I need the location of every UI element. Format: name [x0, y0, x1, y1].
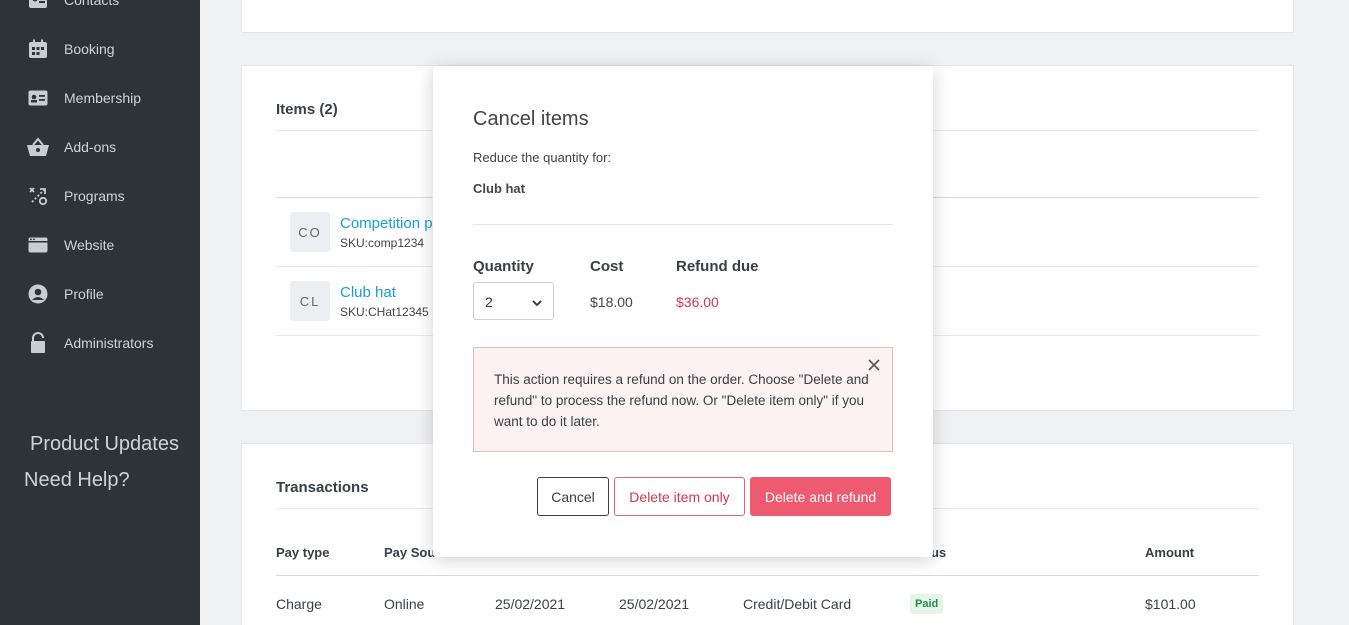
cell-date: 25/02/2021	[619, 596, 690, 612]
refund-due-value: $36.00	[676, 294, 719, 310]
sidebar-item-booking[interactable]: Booking	[0, 29, 200, 69]
cost-value: $18.00	[590, 294, 633, 310]
sidebar-item-add-ons[interactable]: Add-ons	[0, 127, 200, 167]
summary-card	[241, 0, 1294, 33]
item-name-link[interactable]: Club hat	[340, 284, 396, 301]
lock-icon	[28, 332, 48, 353]
sidebar-item-label: Programs	[64, 188, 125, 204]
sidebar-item-contacts[interactable]: Contacts	[0, 0, 200, 20]
sidebar-item-label: Administrators	[64, 335, 154, 351]
status-badge: Paid	[910, 594, 944, 614]
item-name-link[interactable]: Competition p	[340, 215, 433, 232]
cell-method: Credit/Debit Card	[743, 596, 852, 612]
transactions-title: Transactions	[276, 479, 369, 496]
basket-icon	[26, 137, 50, 157]
cell-pay-source: Online	[384, 596, 425, 612]
sidebar-item-programs[interactable]: Programs	[0, 176, 200, 216]
items-card-title: Items (2)	[276, 101, 338, 118]
modal-item-name: Club hat	[473, 181, 525, 196]
close-icon[interactable]	[866, 357, 882, 373]
quantity-value: 2	[485, 294, 493, 310]
sidebar: Contacts Booking Membership Add-ons Prog…	[0, 0, 200, 625]
cell-amount: $101.00	[1145, 596, 1196, 612]
refund-alert: This action requires a refund on the ord…	[473, 347, 893, 452]
cell-date: 25/02/2021	[495, 596, 566, 612]
refund-due-label: Refund due	[676, 258, 759, 275]
browser-icon	[28, 235, 48, 255]
programs-icon	[28, 186, 48, 206]
cost-label: Cost	[590, 258, 624, 275]
column-header-pay-type: Pay type	[276, 545, 330, 560]
user-circle-icon	[28, 284, 48, 304]
id-card-icon	[28, 88, 48, 108]
sidebar-item-administrators[interactable]: Administrators	[0, 323, 200, 363]
modal-title: Cancel items	[473, 108, 589, 130]
sidebar-item-label: Add-ons	[64, 139, 117, 155]
need-help-link[interactable]: Need Help?	[24, 469, 130, 492]
calendar-icon	[28, 39, 48, 59]
sidebar-item-profile[interactable]: Profile	[0, 274, 200, 314]
quantity-label: Quantity	[473, 258, 534, 275]
column-header-status: us	[931, 545, 947, 560]
column-header-pay-source: Pay Sour	[384, 545, 441, 560]
cancel-items-modal: Cancel items Reduce the quantity for: Cl…	[433, 66, 933, 557]
quantity-select[interactable]: 2	[473, 282, 554, 320]
cell-pay-type: Charge	[276, 596, 322, 612]
modal-subtitle: Reduce the quantity for:	[473, 150, 612, 165]
sidebar-item-label: Booking	[64, 41, 115, 57]
item-sku: SKU:CHat12345	[340, 305, 429, 319]
chevron-down-icon	[531, 296, 543, 308]
sidebar-item-website[interactable]: Website	[0, 225, 200, 265]
sidebar-item-membership[interactable]: Membership	[0, 78, 200, 118]
divider	[473, 224, 893, 225]
item-sku: SKU:comp1234	[340, 236, 425, 250]
product-updates-link[interactable]: Product Updates	[30, 433, 179, 456]
cancel-button[interactable]: Cancel	[537, 477, 609, 516]
sidebar-item-label: Contacts	[64, 0, 120, 8]
sidebar-item-label: Profile	[64, 286, 104, 302]
column-header-amount: Amount	[1145, 545, 1195, 560]
sidebar-item-label: Membership	[64, 90, 142, 106]
alert-message: This action requires a refund on the ord…	[494, 372, 869, 429]
delete-item-only-button[interactable]: Delete item only	[614, 477, 745, 516]
sidebar-item-label: Website	[64, 237, 115, 253]
divider	[276, 575, 1259, 576]
contacts-icon	[28, 0, 48, 10]
item-avatar: CO	[290, 212, 330, 252]
delete-and-refund-button[interactable]: Delete and refund	[750, 477, 891, 516]
item-avatar: CL	[290, 281, 330, 321]
